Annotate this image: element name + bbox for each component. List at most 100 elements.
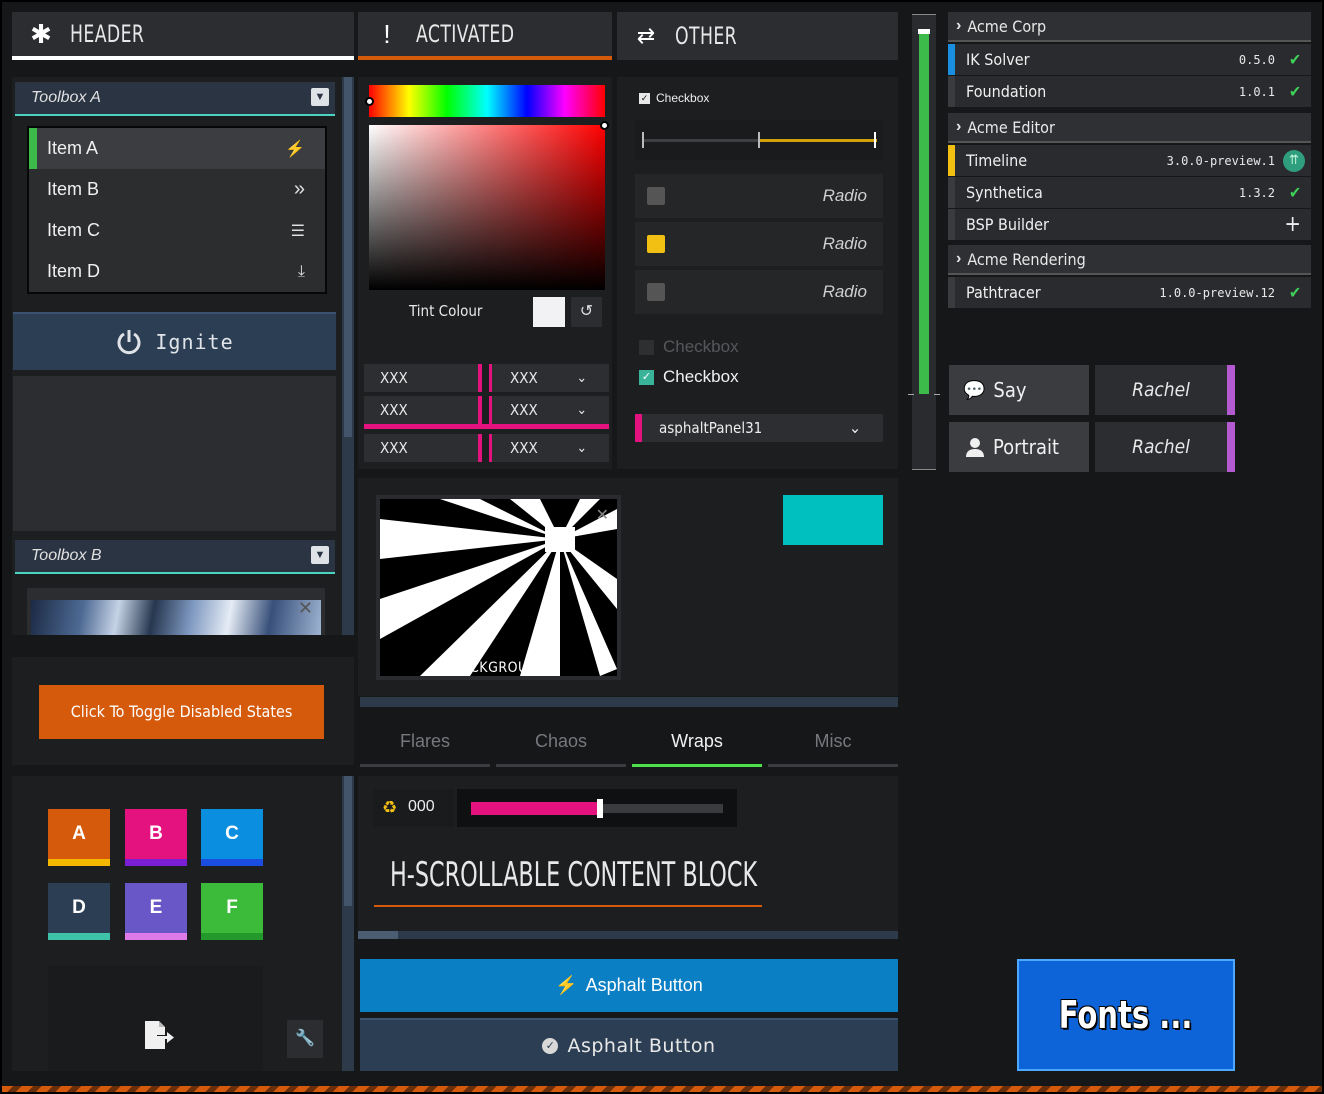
wrench-button[interactable]: 🔧 xyxy=(287,1020,323,1058)
counter-slider-handle[interactable] xyxy=(597,799,603,818)
value-select[interactable]: XXX ⌄ xyxy=(489,396,609,424)
image-scrollbar[interactable] xyxy=(360,697,898,707)
tab-chaos[interactable]: Chaos xyxy=(496,722,626,767)
undo-icon: ↺ xyxy=(579,303,594,320)
checkbox-checked[interactable]: ✓ xyxy=(639,370,654,385)
package-group-acme-corp[interactable]: › Acme Corp xyxy=(948,12,1311,42)
package-group-acme-rendering[interactable]: › Acme Rendering xyxy=(948,245,1311,275)
check-circle-icon: ✓ xyxy=(542,1037,559,1054)
package-group-acme-editor[interactable]: › Acme Editor xyxy=(948,113,1311,143)
vertical-slider-handle[interactable] xyxy=(918,29,930,34)
package-version: 3.0.0-preview.1 xyxy=(1166,153,1275,168)
radio-box[interactable] xyxy=(647,187,665,205)
speaker-name: Rachel xyxy=(1132,379,1190,401)
package-name: IK Solver xyxy=(966,50,1030,69)
tab-label: Wraps xyxy=(671,731,723,751)
radio-label: Radio xyxy=(822,282,867,301)
hue-handle[interactable] xyxy=(365,97,374,106)
tint-swatch[interactable] xyxy=(533,297,565,327)
list-item[interactable]: Item D ⤓ xyxy=(29,251,325,292)
value-select[interactable]: XXX ⌄ xyxy=(489,364,609,392)
radio-box[interactable] xyxy=(647,283,665,301)
package-item[interactable]: Timeline 3.0.0-preview.1 ⇈ xyxy=(948,145,1311,176)
portrait-button[interactable]: Portrait xyxy=(949,422,1089,472)
ignite-button[interactable]: Ignite xyxy=(13,312,336,370)
speaker-field[interactable]: Rachel xyxy=(1095,422,1235,472)
left-scrollbar[interactable] xyxy=(342,77,354,635)
tab-misc[interactable]: Misc xyxy=(768,722,898,767)
teal-swatch[interactable] xyxy=(783,495,883,545)
plus-icon[interactable]: + xyxy=(1284,212,1301,237)
saturation-handle[interactable] xyxy=(600,121,609,130)
list-item[interactable]: Item B » xyxy=(29,169,325,210)
chevron-down-icon[interactable]: ▼ xyxy=(311,88,329,106)
hue-bar[interactable] xyxy=(365,85,605,117)
toolbox-b-header[interactable]: Toolbox B ▼ xyxy=(15,540,335,574)
chevron-down-icon[interactable]: ▼ xyxy=(311,546,329,564)
fonts-button[interactable]: Fonts ... xyxy=(1017,959,1235,1071)
small-checkbox[interactable]: ✓ xyxy=(639,93,650,104)
close-icon[interactable]: ✕ xyxy=(596,505,609,525)
tile-e[interactable]: E xyxy=(125,883,187,940)
range-handle-max[interactable] xyxy=(874,132,876,148)
asphalt-button-primary[interactable]: ⚡ Asphalt Button xyxy=(360,959,898,1012)
toggle-disabled-button[interactable]: Click To Toggle Disabled States xyxy=(39,685,324,739)
range-handle-min[interactable] xyxy=(642,132,644,148)
vertical-slider[interactable] xyxy=(908,14,940,470)
double-chevron-right-icon: » xyxy=(293,178,305,200)
value-input[interactable]: XXX xyxy=(364,364,482,392)
package-item[interactable]: IK Solver 0.5.0 ✔ xyxy=(948,44,1311,75)
radio-option[interactable]: Radio xyxy=(635,174,883,218)
speaker-field[interactable]: Rachel xyxy=(1095,365,1235,415)
tab-other[interactable]: ⇄ OTHER xyxy=(617,12,898,60)
export-area xyxy=(48,966,263,1071)
close-icon[interactable]: ✕ xyxy=(298,598,313,619)
radio-option[interactable]: Radio xyxy=(635,270,883,314)
tab-flares[interactable]: Flares xyxy=(360,722,490,767)
tab-wraps[interactable]: Wraps xyxy=(632,722,762,767)
say-button[interactable]: 💬 Say xyxy=(949,365,1089,415)
tab-activated-label: ACTIVATED xyxy=(416,20,515,48)
package-item[interactable]: Synthetica 1.3.2 ✔ xyxy=(948,177,1311,208)
value-select[interactable]: XXX ⌄ xyxy=(489,434,609,462)
package-item[interactable]: BSP Builder + xyxy=(948,209,1311,240)
radio-option[interactable]: Radio xyxy=(635,222,883,266)
tab-label: Flares xyxy=(399,731,450,751)
value-input[interactable]: XXX xyxy=(364,396,482,424)
tiles-scrollbar[interactable] xyxy=(342,776,354,1071)
range-handle-mid[interactable] xyxy=(758,132,760,148)
package-item[interactable]: Pathtracer 1.0.0-preview.12 ✔ xyxy=(948,277,1311,308)
list-item[interactable]: Item A ⚡ xyxy=(29,128,325,169)
scroll-title-wrap: H-SCROLLABLE CONTENT BLOCK xyxy=(374,855,762,907)
package-item[interactable]: Foundation 1.0.1 ✔ xyxy=(948,76,1311,107)
upgrade-icon[interactable]: ⇈ xyxy=(1283,149,1305,172)
value-select-text: XXX xyxy=(510,369,538,387)
radio-label: Radio xyxy=(822,234,867,253)
pink-divider xyxy=(364,424,609,429)
h-scrollbar[interactable] xyxy=(358,931,898,939)
sunburst-image xyxy=(380,499,617,676)
chevron-right-icon: › xyxy=(956,250,962,267)
lightning-icon: ⚡ xyxy=(555,975,578,995)
tab-activated[interactable]: ! ACTIVATED xyxy=(358,12,612,60)
toolbox-a-header[interactable]: Toolbox A ▼ xyxy=(15,82,335,116)
reset-button[interactable]: ↺ xyxy=(571,297,602,327)
file-export-icon[interactable] xyxy=(143,1021,175,1051)
tab-header[interactable]: ✱ HEADER xyxy=(12,12,354,60)
list-item[interactable]: Item C ☰ xyxy=(29,210,325,251)
radio-box-selected[interactable] xyxy=(647,235,665,253)
value-input[interactable]: XXX xyxy=(364,434,482,462)
ignite-label: Ignite xyxy=(155,330,234,354)
tile-c[interactable]: C xyxy=(201,809,263,866)
tile-a[interactable]: A xyxy=(48,809,110,866)
asphalt-button-secondary[interactable]: ✓ Asphalt Button xyxy=(360,1018,898,1071)
style-dropdown[interactable]: asphaltPanel31 ⌄ xyxy=(635,414,883,442)
counter-slider[interactable] xyxy=(457,789,737,827)
checkbox-disabled[interactable] xyxy=(639,340,654,355)
saturation-area[interactable] xyxy=(369,121,609,290)
tile-f[interactable]: F xyxy=(201,883,263,940)
h-scrollbar-thumb[interactable] xyxy=(358,931,398,939)
tile-d[interactable]: D xyxy=(48,883,110,940)
range-slider[interactable] xyxy=(635,120,883,160)
tile-b[interactable]: B xyxy=(125,809,187,866)
